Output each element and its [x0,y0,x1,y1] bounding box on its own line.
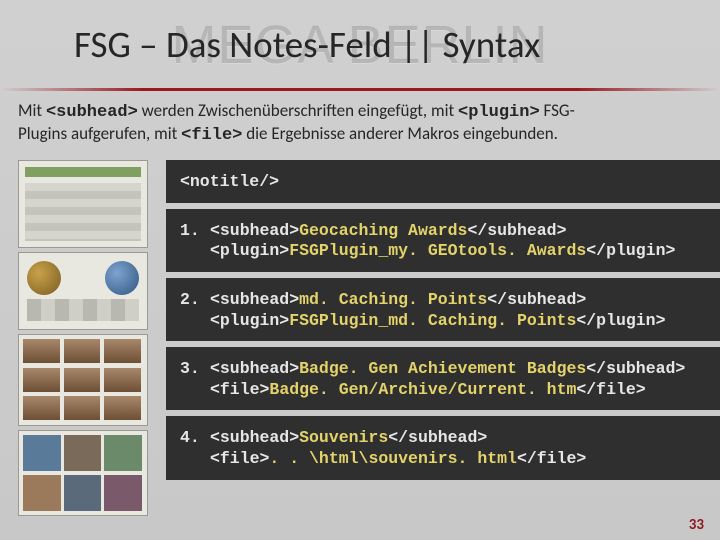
slide: MEGA BERLIN FSG – Das Notes-Feld || Synt… [0,0,720,540]
page-number: 33 [689,516,704,534]
code-tag-open: <subhead> [210,290,299,309]
code-notitle-tag: <notitle/> [180,172,279,191]
code-block-1: 1.<subhead>Geocaching Awards</subhead> <… [166,209,720,272]
code-value: Badge. Gen/Archive/Current. htm [269,380,576,399]
code-block-2: 2.<subhead>md. Caching. Points</subhead>… [166,278,720,341]
code-tag-close: </plugin> [586,241,675,260]
code-tag-close: </subhead> [586,359,685,378]
thumbnail-points [18,252,148,330]
code-item-number: 2. [180,290,210,311]
code-tag-open: <file> [210,449,269,468]
code-tag-open: <subhead> [210,428,299,447]
intro-tag-plugin: <plugin> [458,103,540,122]
code-value: FSGPlugin_my. GEOtools. Awards [289,241,586,260]
intro-text: Plugins aufgerufen, mit [18,123,181,144]
code-column: <notitle/> 1.<subhead>Geocaching Awards<… [166,160,720,528]
code-value: md. Caching. Points [299,290,487,309]
intro-tag-file: <file> [181,126,242,145]
code-value: . . \html\souvenirs. html [269,449,517,468]
intro-text: Mit [18,100,46,121]
thumbnail-awards [18,160,148,248]
slide-title: FSG – Das Notes-Feld || Syntax [74,22,540,67]
code-item-number: 1. [180,221,210,242]
code-tag-close: </subhead> [487,290,586,309]
code-tag-close: </file> [576,380,645,399]
code-tag-close: </subhead> [467,221,566,240]
code-item-number: 3. [180,359,210,380]
thumbnail-column [18,160,148,528]
code-value: Souvenirs [299,428,388,447]
code-tag-open: <file> [210,380,269,399]
code-value: Badge. Gen Achievement Badges [299,359,586,378]
thumbnail-souvenirs [18,430,148,516]
code-value: Geocaching Awards [299,221,467,240]
intro-text: werden Zwischenüberschriften eingefügt, … [138,100,458,121]
code-block-3: 3.<subhead>Badge. Gen Achievement Badges… [166,347,720,410]
code-tag-close: </subhead> [388,428,487,447]
code-tag-open: <plugin> [210,241,289,260]
code-tag-open: <plugin> [210,311,289,330]
intro-paragraph: Mit <subhead> werden Zwischenüberschrift… [18,100,698,147]
intro-tag-subhead: <subhead> [46,103,138,122]
intro-text: die Ergebnisse anderer Makros eingebunde… [242,123,558,144]
thumbnail-badges [18,334,148,426]
body-row: <notitle/> 1.<subhead>Geocaching Awards<… [18,160,720,528]
code-value: FSGPlugin_md. Caching. Points [289,311,576,330]
code-item-number: 4. [180,428,210,449]
divider-line [0,88,720,91]
code-block-notitle: <notitle/> [166,160,720,203]
code-tag-open: <subhead> [210,221,299,240]
code-tag-open: <subhead> [210,359,299,378]
code-tag-close: </file> [517,449,586,468]
code-block-4: 4.<subhead>Souvenirs</subhead> <file>. .… [166,416,720,479]
code-tag-close: </plugin> [576,311,665,330]
intro-text: FSG- [540,100,575,121]
